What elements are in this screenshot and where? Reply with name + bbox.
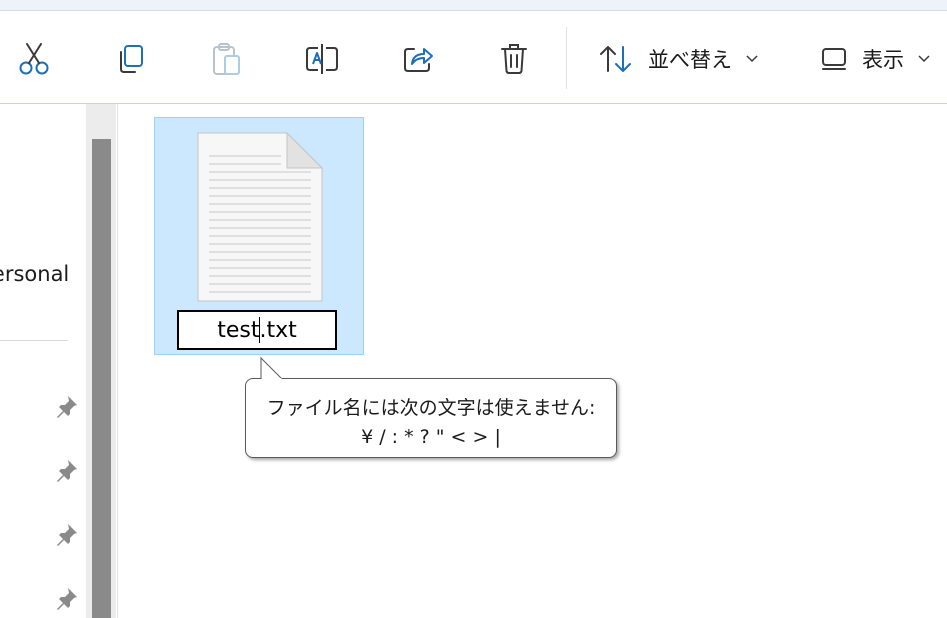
scissors-icon	[19, 43, 49, 75]
view-menu[interactable]: 表示	[820, 39, 930, 79]
tooltip-invalid-characters: ¥ / : * ? " < > |	[361, 426, 501, 448]
chevron-down-icon	[918, 55, 930, 63]
cut-button[interactable]	[10, 35, 58, 83]
toolbar-separator	[566, 27, 567, 89]
rename-button[interactable]	[298, 35, 346, 83]
pin-icon[interactable]	[55, 394, 79, 418]
sort-arrows-icon	[600, 46, 631, 72]
view-layout-icon	[822, 48, 846, 70]
nav-divider	[0, 340, 68, 341]
copy-icon	[120, 45, 143, 73]
pane-divider	[117, 104, 118, 618]
share-icon	[404, 48, 433, 72]
delete-button[interactable]	[490, 35, 538, 83]
nav-item-personal[interactable]: Personal	[0, 262, 69, 286]
view-menu-label: 表示	[862, 48, 904, 72]
share-button[interactable]	[394, 35, 442, 83]
rename-icon	[306, 44, 338, 74]
paste-button[interactable]	[202, 35, 250, 83]
tooltip-tail	[260, 357, 283, 380]
file-explorer-window: 並べ替え 表示 Personal	[0, 0, 947, 618]
filename-text-before-caret: test	[217, 317, 260, 343]
text-file-icon	[197, 132, 323, 302]
nav-scrollbar-thumb[interactable]	[92, 139, 111, 618]
pin-icon[interactable]	[55, 522, 79, 546]
title-strip	[0, 0, 947, 11]
sort-menu-label: 並べ替え	[648, 48, 732, 72]
command-bar: 並べ替え 表示	[0, 11, 947, 104]
filename-text-after-caret: .txt	[259, 317, 297, 343]
filename-rename-input[interactable]: test .txt	[177, 310, 337, 350]
navigation-pane: Personal	[0, 104, 86, 618]
paste-icon	[213, 43, 240, 75]
pin-icon[interactable]	[55, 458, 79, 482]
trash-icon	[501, 44, 527, 74]
file-item-selected[interactable]: test .txt	[154, 117, 364, 355]
sort-menu[interactable]: 並べ替え	[598, 39, 758, 79]
tooltip-message: ファイル名には次の文字は使えません:	[266, 397, 596, 419]
pin-icon[interactable]	[55, 586, 79, 610]
invalid-filename-tooltip: ファイル名には次の文字は使えません: ¥ / : * ? " < > |	[245, 378, 617, 458]
copy-button[interactable]	[106, 35, 154, 83]
chevron-down-icon	[746, 55, 758, 63]
